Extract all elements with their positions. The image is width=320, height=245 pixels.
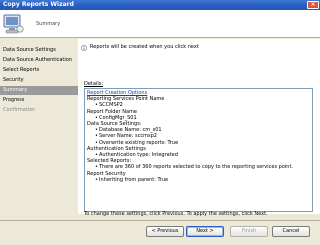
previous-button[interactable]: < Previous <box>146 226 184 237</box>
finish-button: Finish <box>230 226 268 237</box>
summary-panel: Reports will be created when you click n… <box>78 39 320 214</box>
nav-item-summary[interactable]: Summary <box>0 86 78 95</box>
nav-item-select-reports[interactable]: Select Reports <box>0 66 78 75</box>
details-textbox[interactable]: Report Creation Options Reporting Service… <box>84 88 313 212</box>
nav-item-data-source-authentication[interactable]: Data Source Authentication <box>0 56 78 65</box>
title-bar: Copy Reports Wizard × <box>0 0 320 10</box>
close-icon[interactable]: × <box>307 1 319 9</box>
details-line: Authentication type: Integrated <box>87 152 310 158</box>
button-bar: < Previous Next > Finish Cancel <box>0 220 320 245</box>
details-line: There are 360 of 360 reports selected to… <box>87 164 310 170</box>
info-text: Reports will be created when you click n… <box>90 44 199 50</box>
wizard-nav: Data Source Settings Data Source Authent… <box>0 39 78 209</box>
nav-item-progress[interactable]: Progress <box>0 96 78 105</box>
page-title: Summary <box>36 21 61 27</box>
nav-item-security[interactable]: Security <box>0 76 78 85</box>
details-line: ConfigMgr_S01 <box>87 115 310 121</box>
details-line: Inheriting from parent: True <box>87 177 310 183</box>
details-line: SCCMSP2 <box>87 102 310 108</box>
details-lines: Report Creation Options Reporting Service… <box>87 90 310 183</box>
info-icon <box>81 45 87 51</box>
footer-note: To change these settings, click Previous… <box>84 211 268 217</box>
window-title: Copy Reports Wizard <box>3 1 74 8</box>
wizard-window: Copy Reports Wizard × Summary Data Sourc… <box>0 0 320 245</box>
wizard-header: Summary <box>0 10 320 38</box>
nav-item-data-source-settings[interactable]: Data Source Settings <box>0 46 78 55</box>
cancel-button[interactable]: Cancel <box>272 226 310 237</box>
next-button[interactable]: Next > <box>186 226 224 237</box>
details-label: Details: <box>84 81 104 87</box>
nav-item-confirmation: Confirmation <box>3 107 36 113</box>
details-line: Overwrite existing reports: True <box>87 140 310 146</box>
computer-icon <box>3 14 24 34</box>
